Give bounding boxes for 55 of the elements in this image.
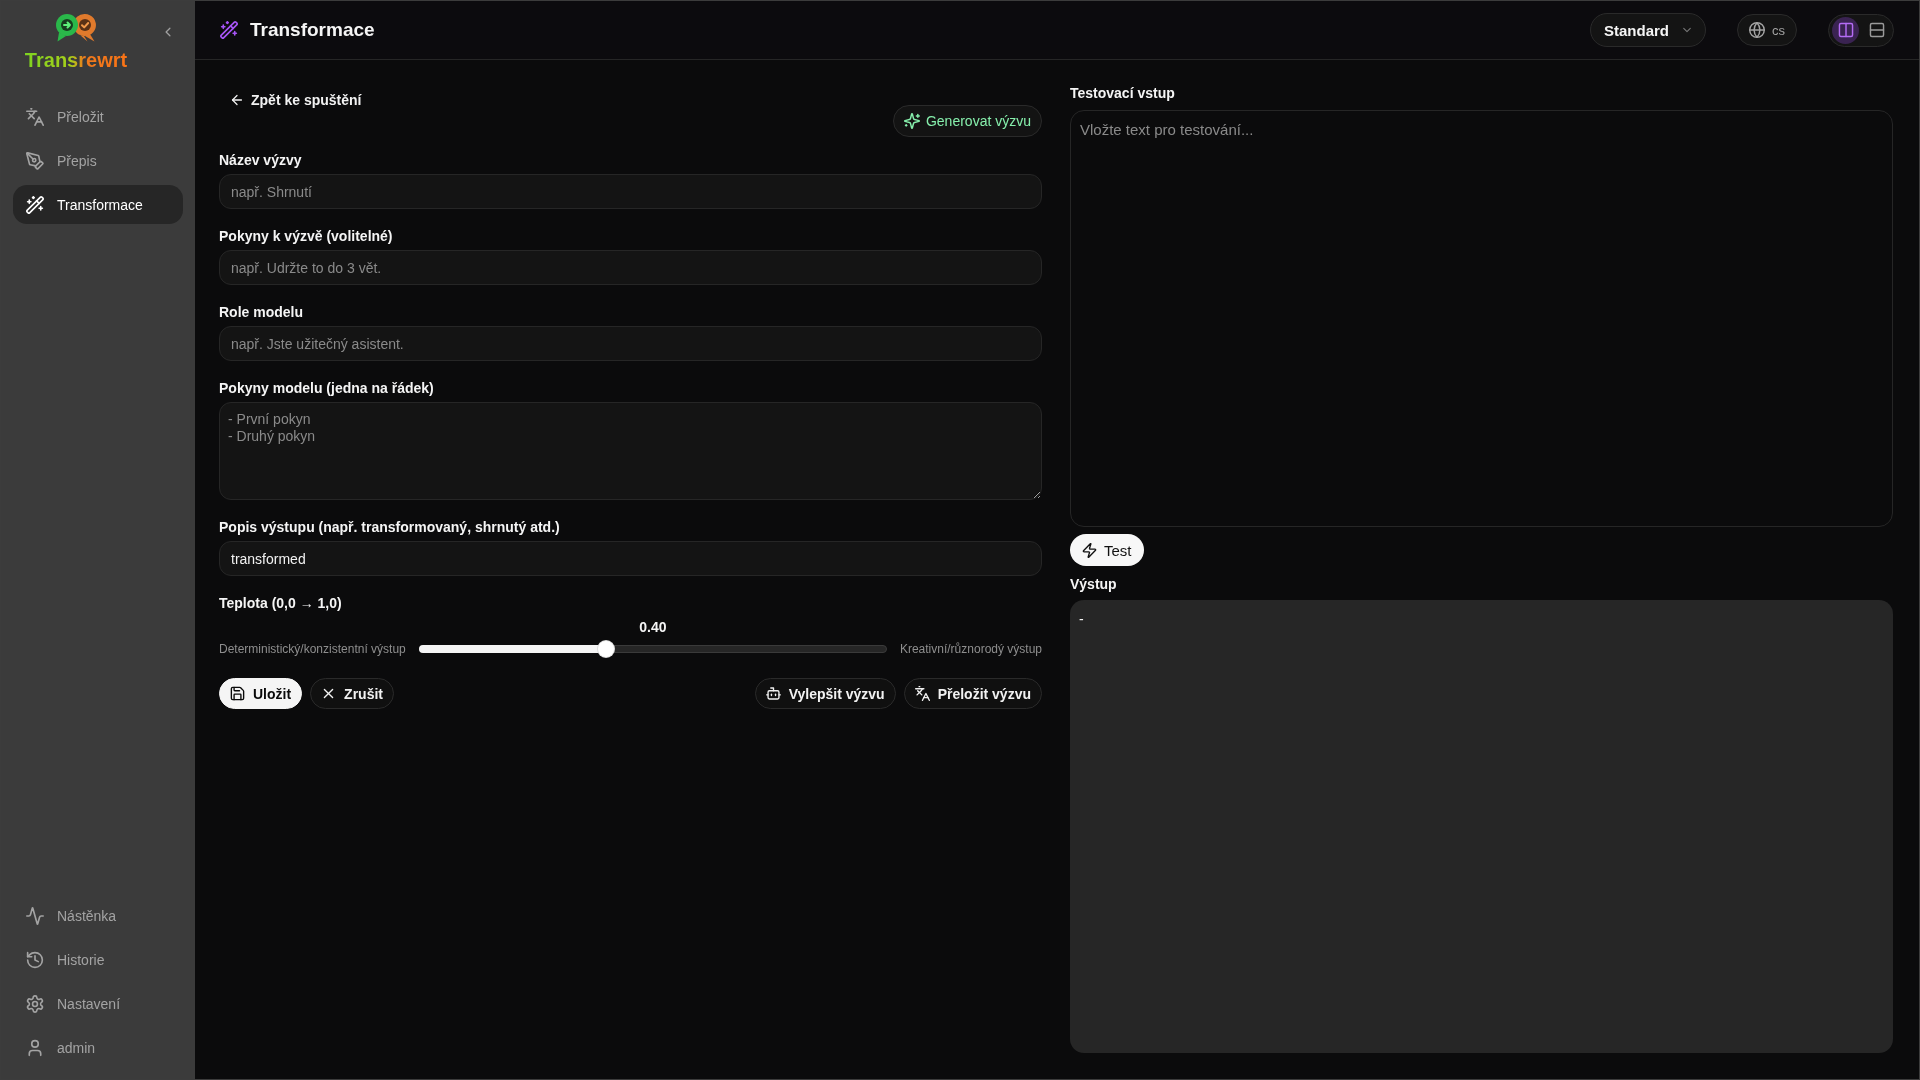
slider-value: 0.40 — [639, 618, 667, 636]
field-label: Role modelu — [219, 303, 304, 321]
text-field[interactable]: např. Jste užitečný asistent. — [219, 326, 1042, 361]
nav-item[interactable]: Historie — [13, 940, 183, 979]
text-field[interactable]: např. Shrnutí — [219, 174, 1042, 209]
text-field[interactable]: transformed — [219, 541, 1042, 576]
test-button[interactable]: Test — [1070, 534, 1144, 566]
nav-item[interactable]: Transformace — [13, 185, 183, 224]
magic-wand-icon — [26, 195, 44, 214]
test-input-area[interactable]: Vložte text pro testování... — [1070, 110, 1893, 527]
magic-wand-icon — [220, 21, 238, 39]
page-title: Transformace — [250, 19, 375, 41]
language-button[interactable]: cs — [1737, 14, 1797, 46]
slider-thumb[interactable] — [598, 641, 614, 657]
field-label: Pokyny modelu (jedna na řádek) — [219, 379, 435, 397]
output-text: - — [1079, 611, 1084, 627]
action-button[interactable]: Přeložit výzvu — [903, 678, 1042, 709]
translate-icon — [914, 686, 930, 701]
generate-button[interactable]: Generovat výzvu — [892, 105, 1042, 137]
zap-icon — [1082, 542, 1097, 558]
nav-item[interactable]: admin — [13, 1028, 183, 1067]
slider-max-label: Kreativní/různorodý výstup — [899, 641, 1042, 657]
nav-item[interactable]: Nastavení — [13, 984, 183, 1023]
field-label: Teplota (0,0 → 1,0) — [219, 594, 343, 612]
settings-icon — [26, 994, 44, 1013]
slider-track[interactable] — [418, 641, 887, 657]
mode-dropdown[interactable]: Standard — [1590, 13, 1706, 47]
action-button[interactable]: Vylepšit výzvu — [754, 678, 896, 709]
slider-min-label: Deterministický/konzistentní výstup — [219, 641, 406, 657]
field-label: Pokyny k výzvě (volitelné) — [219, 227, 394, 245]
field-label: Název výzvy — [219, 151, 303, 169]
logo-icon — [54, 13, 98, 42]
globe-icon — [1749, 22, 1765, 38]
field-label: Popis výstupu (např. transformovaný, shrnutý atd.) — [219, 518, 561, 536]
field-label: Testovací vstup — [1070, 84, 1176, 102]
nav-item[interactable]: Přepis — [13, 141, 183, 180]
nav-item[interactable]: Přeložit — [13, 97, 183, 136]
text-area[interactable]: - První pokyn - Druhý pokyn — [219, 402, 1042, 500]
save-icon — [230, 686, 245, 701]
back-link[interactable]: Zpět ke spuštění — [219, 85, 373, 115]
history-icon — [26, 950, 44, 969]
field-label: Výstup — [1070, 575, 1118, 593]
robot-icon — [765, 686, 781, 701]
pulse-icon — [26, 906, 44, 925]
action-button[interactable]: Uložit — [219, 678, 303, 709]
columns-icon — [1837, 22, 1854, 38]
sparkles-icon — [903, 113, 920, 129]
nav-item[interactable]: Nástěnka — [13, 896, 183, 935]
layout-button[interactable] — [1832, 16, 1859, 44]
rows-icon — [1868, 22, 1885, 38]
pen-nib-icon — [26, 151, 44, 170]
translate-icon — [26, 107, 44, 126]
text-field[interactable]: např. Udržte to do 3 vět. — [219, 250, 1042, 285]
action-button[interactable]: Zrušit — [310, 678, 394, 709]
user-icon — [26, 1038, 44, 1057]
